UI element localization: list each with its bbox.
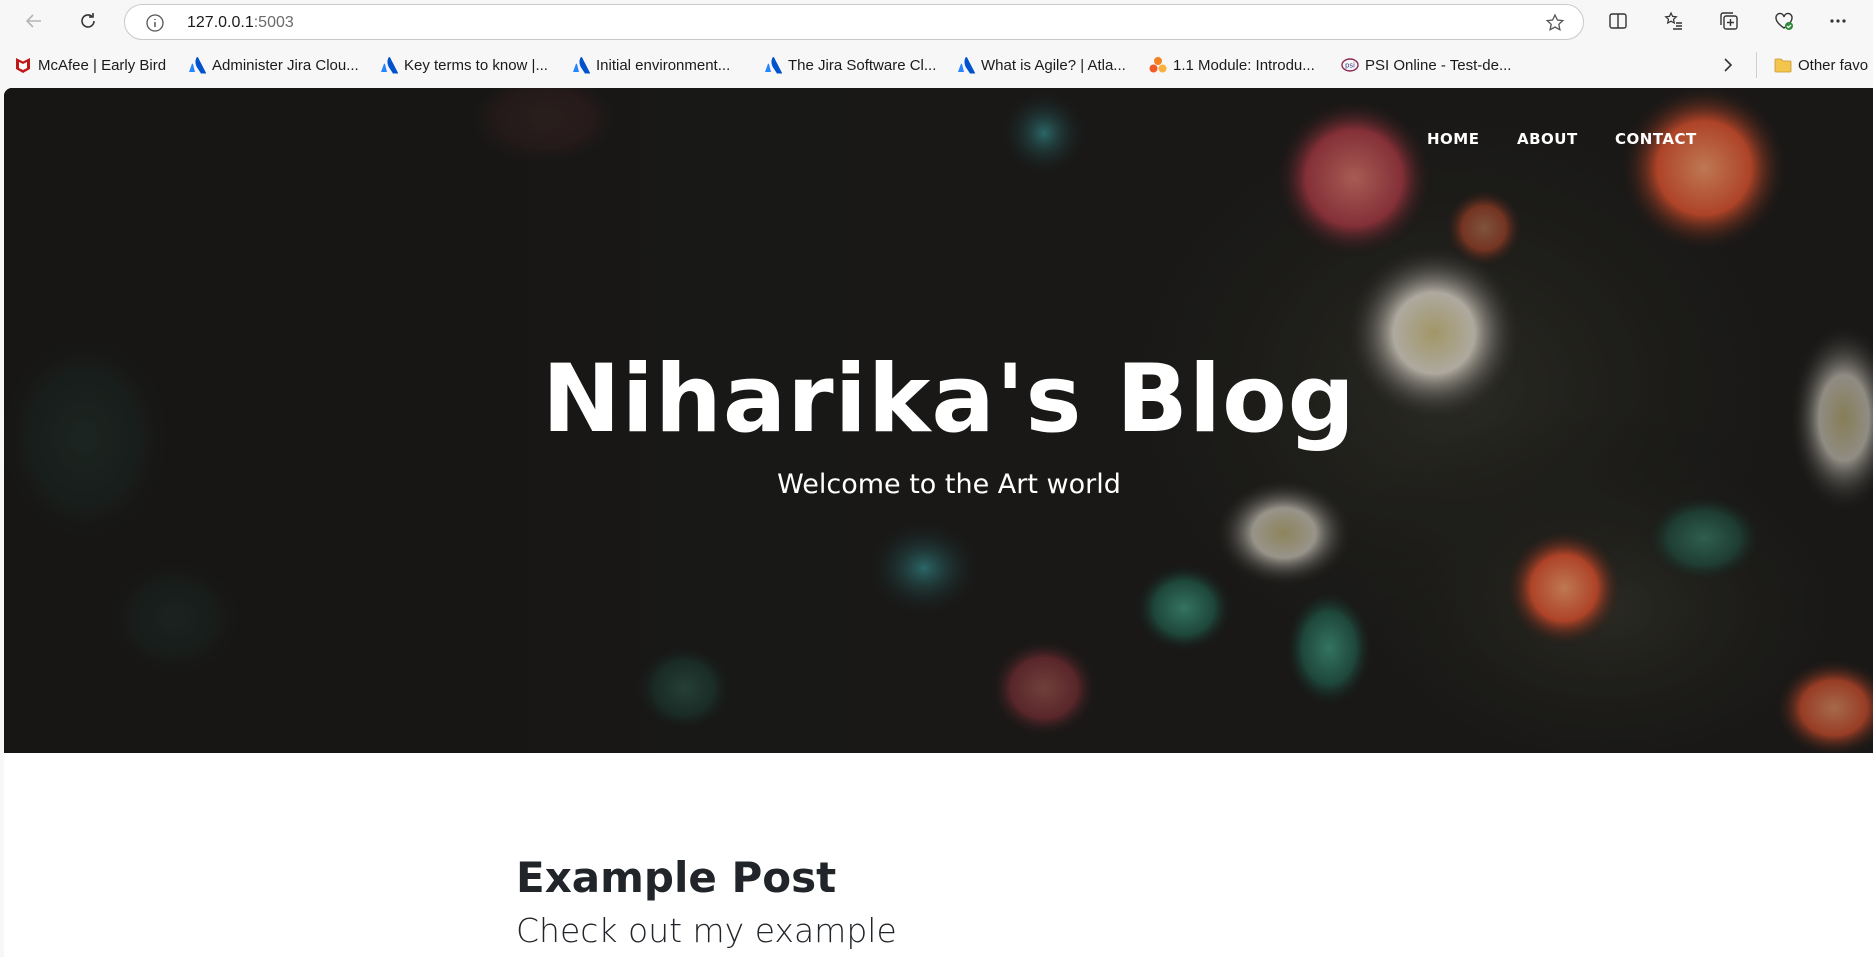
refresh-button[interactable] <box>73 6 103 36</box>
back-button[interactable] <box>19 6 49 36</box>
favorites-list-icon <box>1664 11 1682 30</box>
favorite-label: What is Agile? | Atla... <box>981 56 1126 74</box>
favorite-label: Key terms to know |... <box>404 56 548 74</box>
site-subtitle: Welcome to the Art world <box>777 469 1121 500</box>
web-page: HOME ABOUT CONTACT Niharika's Blog Welco… <box>4 88 1873 957</box>
mcafee-icon <box>16 58 30 73</box>
heart-pulse-icon <box>1775 12 1793 30</box>
more-dots-icon <box>1830 19 1846 23</box>
other-favorites-folder[interactable]: Other favo <box>1774 55 1868 75</box>
chevron-right-icon[interactable] <box>1718 55 1738 75</box>
site-title: Niharika's Blog <box>542 345 1356 454</box>
post-subtitle[interactable]: Check out my example <box>516 911 897 950</box>
favorite-label: Administer Jira Clou... <box>212 56 359 74</box>
favorite-item-jira-software[interactable]: The Jira Software Cl... <box>764 55 936 75</box>
favorite-label: 1.1 Module: Introdu... <box>1173 56 1315 74</box>
address-bar[interactable]: 127.0.0.1:5003 <box>124 4 1584 40</box>
psi-icon: psi <box>1341 58 1359 72</box>
other-favorites-label: Other favo <box>1798 56 1869 74</box>
browser-essentials-button[interactable] <box>1769 6 1799 36</box>
favorite-label: The Jira Software Cl... <box>788 56 937 74</box>
favorite-item-psi-online[interactable]: psi PSI Online - Test-de... <box>1341 55 1511 75</box>
settings-more-button[interactable] <box>1823 6 1853 36</box>
browser-toolbar: 127.0.0.1:5003 <box>0 0 1873 42</box>
favorite-label: McAfee | Early Bird <box>38 56 167 74</box>
favorite-item-mcafee[interactable]: McAfee | Early Bird <box>14 55 166 75</box>
url-text: 127.0.0.1:5003 <box>187 14 294 32</box>
split-screen-icon <box>1609 13 1627 29</box>
refresh-icon <box>81 13 95 28</box>
favorites-bar: McAfee | Early Bird Administer Jira Clou… <box>0 42 1873 88</box>
favorite-item-key-terms[interactable]: Key terms to know |... <box>380 55 548 75</box>
atlassian-icon <box>765 56 782 74</box>
back-arrow-icon <box>25 14 41 28</box>
hero-header: HOME ABOUT CONTACT Niharika's Blog Welco… <box>4 88 1873 753</box>
favorite-label: Initial environment... <box>596 56 731 74</box>
post-title-link[interactable]: Example Post <box>516 853 836 902</box>
atlassian-icon <box>189 56 206 74</box>
nav-home-link[interactable]: HOME <box>1427 130 1479 148</box>
favorite-item-jira-admin[interactable]: Administer Jira Clou... <box>188 55 359 75</box>
split-screen-button[interactable] <box>1603 6 1633 36</box>
svg-text:psi: psi <box>1345 62 1355 70</box>
nav-about-link[interactable]: ABOUT <box>1517 130 1578 148</box>
collections-icon <box>1720 12 1738 30</box>
collections-button[interactable] <box>1714 6 1744 36</box>
favorite-item-initial-environment[interactable]: Initial environment... <box>572 55 730 75</box>
favorites-button[interactable] <box>1659 6 1689 36</box>
nav-contact-link[interactable]: CONTACT <box>1615 130 1697 148</box>
favorite-label: PSI Online - Test-de... <box>1365 56 1512 74</box>
favorite-item-what-is-agile[interactable]: What is Agile? | Atla... <box>957 55 1126 75</box>
orange-app-icon <box>1149 57 1167 73</box>
atlassian-icon <box>573 56 590 74</box>
favorite-item-module-intro[interactable]: 1.1 Module: Introdu... <box>1149 55 1315 75</box>
site-info-icon[interactable] <box>145 13 165 33</box>
favorite-star-icon[interactable] <box>1545 13 1565 33</box>
favorites-divider <box>1756 52 1757 78</box>
url-host: 127.0.0.1 <box>187 14 254 31</box>
atlassian-icon <box>381 56 398 74</box>
url-port: :5003 <box>253 14 294 31</box>
atlassian-icon <box>958 56 975 74</box>
folder-icon <box>1774 58 1792 73</box>
